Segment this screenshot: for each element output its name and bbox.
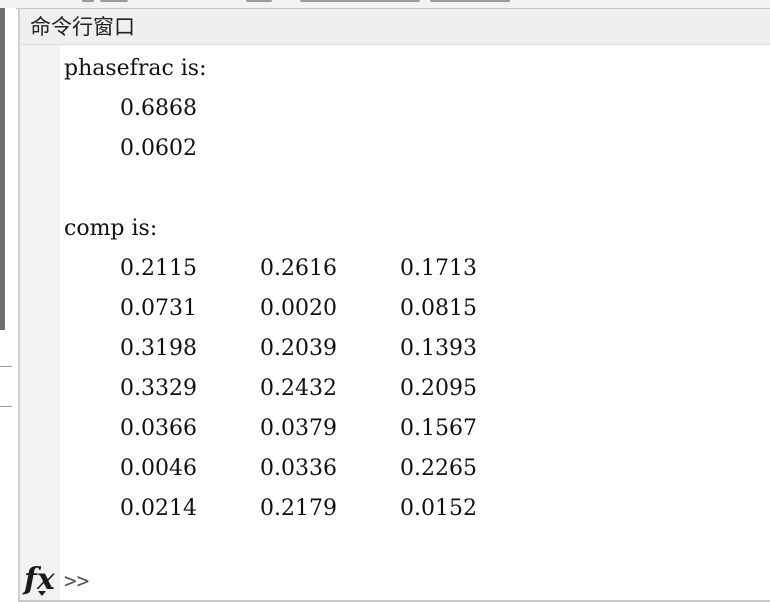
comp-cell: 0.0214 <box>120 496 197 521</box>
dropdown-caret-icon <box>38 591 46 596</box>
comp-row: 0.0366 0.0379 0.1567 <box>64 409 504 449</box>
comp-row: 0.0214 0.2179 0.0152 <box>64 489 504 529</box>
left-pane-edge <box>0 8 16 602</box>
command-window-title: 命令行窗口 <box>30 15 135 39</box>
app-frame: 命令行窗口 phasefrac is: 0.6868 0.0602 comp i… <box>0 0 770 602</box>
comp-cell: 0.0731 <box>120 296 197 321</box>
comp-cell: 0.0379 <box>260 416 337 441</box>
comp-row: 0.3198 0.2039 0.1393 <box>64 329 504 369</box>
phasefrac-value: 0.6868 <box>120 96 197 121</box>
left-pane-scrollbar[interactable] <box>0 8 5 330</box>
phasefrac-header: phasefrac is: <box>64 56 207 81</box>
command-input[interactable] <box>98 567 738 595</box>
phasefrac-value: 0.0602 <box>120 136 197 161</box>
comp-cell: 0.1713 <box>400 256 477 281</box>
comp-cell: 0.2179 <box>260 496 337 521</box>
comp-cell: 0.1567 <box>400 416 477 441</box>
comp-cell: 0.3198 <box>120 336 197 361</box>
prompt-symbol: >> <box>64 569 90 593</box>
comp-cell: 0.0020 <box>260 296 337 321</box>
comp-cell: 0.2115 <box>120 256 197 281</box>
comp-cell: 0.2265 <box>400 456 477 481</box>
comp-cell: 0.0152 <box>400 496 477 521</box>
command-window-gutter <box>20 45 60 602</box>
comp-cell: 0.2095 <box>400 376 477 401</box>
comp-cell: 0.0336 <box>260 456 337 481</box>
comp-cell: 0.3329 <box>120 376 197 401</box>
comp-cell: 0.2432 <box>260 376 337 401</box>
comp-cell: 0.2616 <box>260 256 337 281</box>
comp-row: 0.0046 0.0336 0.2265 <box>64 449 504 489</box>
comp-cell: 0.0046 <box>120 456 197 481</box>
comp-row: 0.3329 0.2432 0.2095 <box>64 369 504 409</box>
comp-header: comp is: <box>64 216 158 241</box>
fx-icon[interactable]: fx <box>24 561 62 601</box>
comp-row: 0.2115 0.2616 0.1713 <box>64 249 504 289</box>
comp-cell: 0.2039 <box>260 336 337 361</box>
command-window[interactable]: 命令行窗口 phasefrac is: 0.6868 0.0602 comp i… <box>18 8 770 602</box>
comp-cell: 0.1393 <box>400 336 477 361</box>
comp-cell: 0.0366 <box>120 416 197 441</box>
command-prompt-row[interactable]: fx >> <box>20 561 770 601</box>
command-window-titlebar[interactable]: 命令行窗口 <box>20 9 770 45</box>
comp-row: 0.0731 0.0020 0.0815 <box>64 289 504 329</box>
comp-cell: 0.0815 <box>400 296 477 321</box>
